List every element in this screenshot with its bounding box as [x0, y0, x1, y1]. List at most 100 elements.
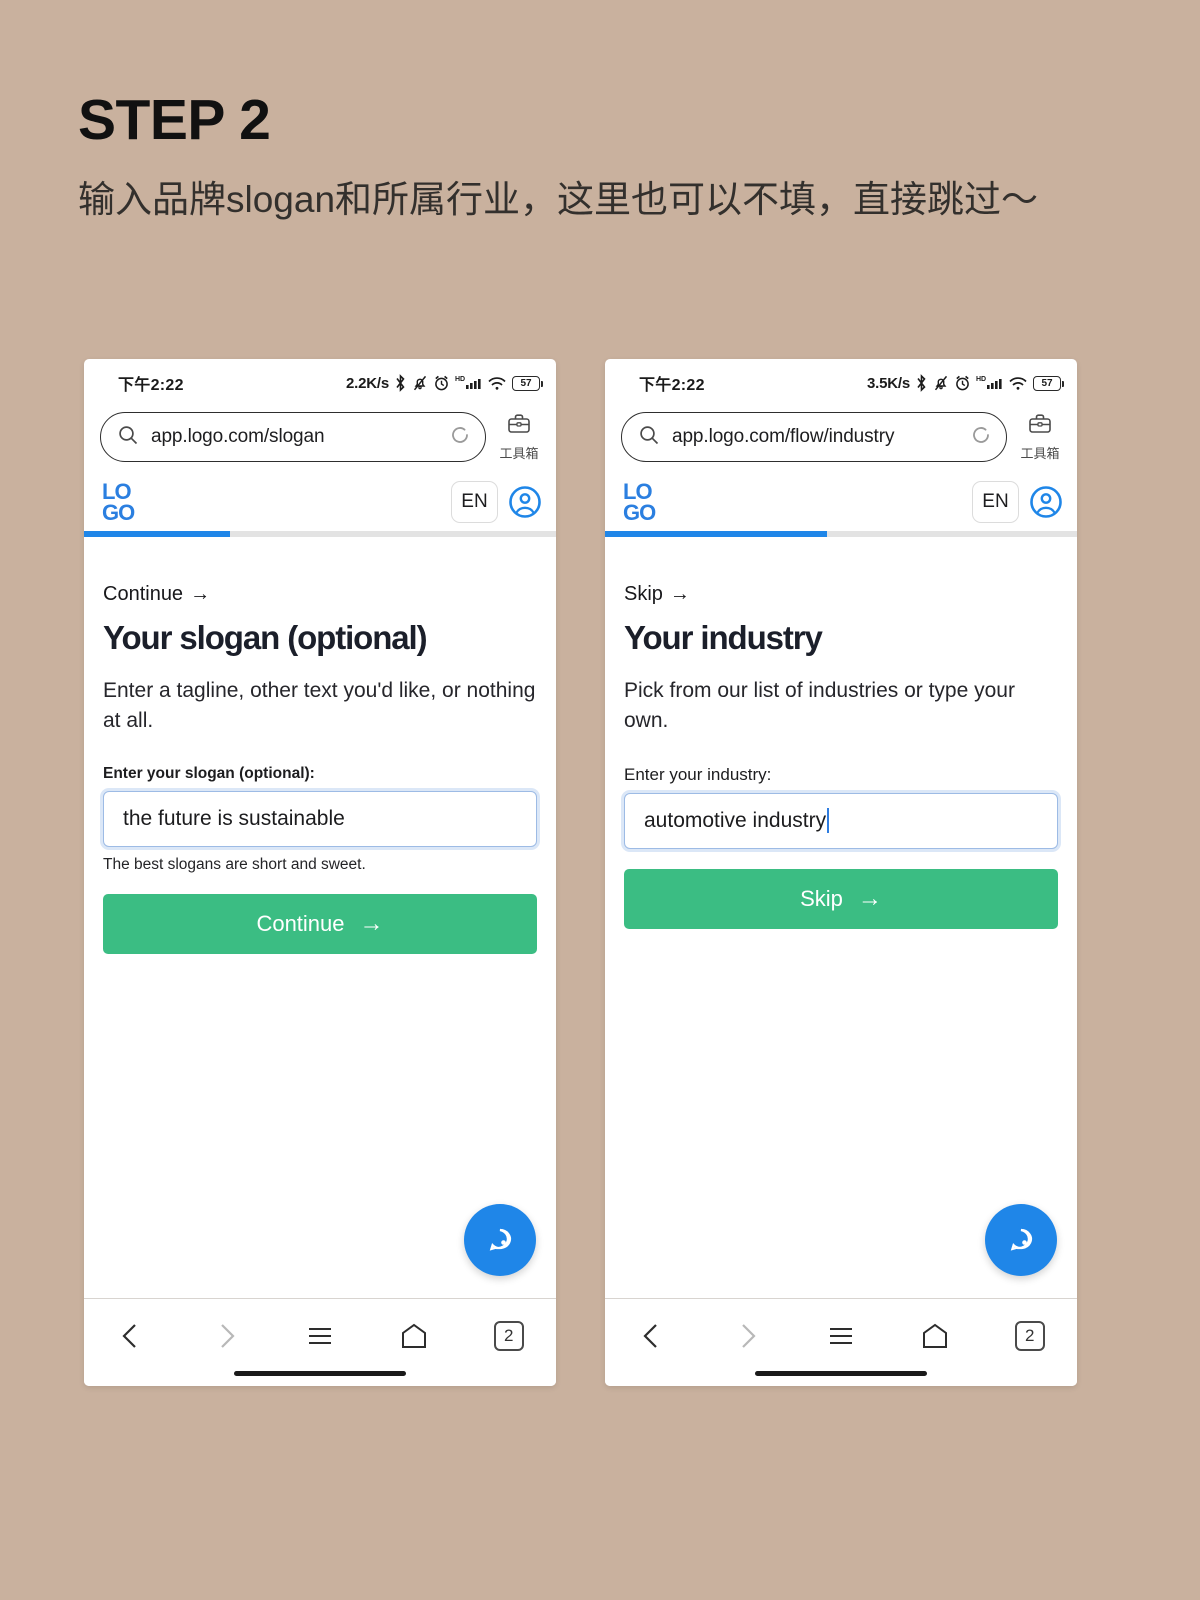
skip-continue-link[interactable]: Skip →	[624, 583, 1058, 606]
slogan-input[interactable]: the future is sustainable	[103, 790, 537, 847]
bell-muted-icon	[933, 374, 949, 392]
logo[interactable]: LO GO	[102, 478, 135, 523]
status-network-speed: 3.5K/s	[867, 374, 910, 392]
hamburger-menu-icon	[829, 1328, 852, 1344]
cellular-signal-icon: HD	[455, 374, 482, 392]
cellular-signal-icon: HD	[976, 374, 1003, 392]
status-time: 下午2:22	[118, 377, 184, 394]
page-content: Skip → Your industry Pick from our list …	[605, 537, 1077, 1298]
content-title: Your industry	[624, 619, 823, 656]
search-icon	[638, 424, 660, 451]
toolbox-button[interactable]: 工具箱	[496, 412, 542, 462]
tabs-button[interactable]: 2	[479, 1313, 539, 1359]
logo-text-top: LO	[102, 478, 132, 504]
tabs-button[interactable]: 2	[1000, 1313, 1060, 1359]
briefcase-icon	[506, 412, 532, 441]
wifi-icon	[487, 374, 507, 392]
hamburger-menu-icon	[308, 1328, 331, 1344]
chevron-right-icon	[220, 1324, 235, 1348]
content-subtitle: Enter a tagline, other text you'd like, …	[103, 679, 536, 733]
slogan-input-value: the future is sustainable	[123, 806, 345, 830]
address-bar[interactable]: app.logo.com/slogan	[100, 412, 486, 462]
wifi-icon	[1008, 374, 1028, 392]
battery-level: 57	[1041, 377, 1053, 389]
slogan-field-hint: The best slogans are short and sweet.	[103, 855, 366, 873]
svg-text:HD: HD	[455, 376, 465, 383]
text-cursor	[827, 808, 830, 834]
address-bar-url: app.logo.com/slogan	[151, 426, 325, 447]
forward-button[interactable]	[196, 1313, 256, 1359]
browser-bottom-nav: 2	[84, 1298, 556, 1386]
reload-icon[interactable]	[970, 424, 992, 451]
browser-toolbar: app.logo.com/slogan 工具箱	[84, 407, 556, 473]
briefcase-icon	[1027, 412, 1053, 441]
page-title: STEP 2	[78, 88, 271, 152]
chat-bubble-button[interactable]	[985, 1204, 1057, 1276]
bluetooth-icon	[394, 374, 407, 392]
home-indicator	[755, 1371, 927, 1376]
chat-bubble-icon	[489, 1228, 512, 1251]
arrow-right-icon: →	[857, 884, 882, 912]
continue-button[interactable]: Continue →	[103, 893, 537, 954]
status-bar: 下午2:22 3.5K/s HD 57	[605, 359, 1077, 407]
battery-indicator: 57	[1033, 375, 1064, 391]
reload-icon[interactable]	[449, 424, 471, 451]
headline-block: STEP 2 输入品牌slogan和所属行业，这里也可以不填，直接跳过～	[78, 92, 1118, 228]
toolbox-button[interactable]: 工具箱	[1017, 412, 1063, 462]
logo[interactable]: LO GO	[623, 478, 656, 525]
home-icon	[402, 1323, 427, 1348]
back-button[interactable]	[101, 1313, 161, 1359]
site-header: LO GO EN	[84, 473, 556, 531]
menu-button[interactable]	[290, 1313, 350, 1359]
forward-button[interactable]	[717, 1313, 777, 1359]
back-button[interactable]	[622, 1313, 682, 1359]
home-button[interactable]	[384, 1313, 444, 1359]
language-button[interactable]: EN	[972, 481, 1019, 523]
nav-link-label: Skip	[624, 583, 663, 605]
chat-bubble-icon	[1010, 1228, 1033, 1251]
chevron-left-icon	[122, 1324, 136, 1348]
user-avatar-icon[interactable]	[1029, 485, 1063, 519]
nav-link-label: Continue	[103, 583, 184, 605]
tabs-count: 2	[493, 1321, 524, 1351]
browser-bottom-nav: 2	[605, 1298, 1077, 1386]
status-network-speed: 2.2K/s	[346, 374, 389, 392]
continue-button-label: Continue	[256, 910, 345, 936]
chat-bubble-button[interactable]	[464, 1204, 536, 1276]
arrow-right-icon: →	[359, 909, 384, 937]
bell-muted-icon	[412, 374, 428, 392]
slogan-field-label: Enter your slogan (optional):	[103, 764, 315, 782]
page-description: 输入品牌slogan和所属行业，这里也可以不填，直接跳过～	[78, 179, 1039, 220]
home-icon	[923, 1323, 948, 1348]
chevron-left-icon	[643, 1324, 657, 1348]
content-title: Your slogan (optional)	[103, 619, 428, 656]
search-icon	[117, 424, 139, 451]
svg-text:HD: HD	[976, 376, 986, 383]
address-bar[interactable]: app.logo.com/flow/industry	[621, 412, 1007, 462]
user-avatar-icon[interactable]	[508, 485, 542, 519]
address-bar-url: app.logo.com/flow/industry	[672, 426, 895, 447]
language-button[interactable]: EN	[451, 481, 498, 523]
phone-slogan-screen: 下午2:22 2.2K/s HD 57 app.logo.com/slogan …	[84, 359, 556, 1386]
phone-industry-screen: 下午2:22 3.5K/s HD 57 app.logo.com/flow/in…	[605, 359, 1077, 1386]
tutorial-page: STEP 2 输入品牌slogan和所属行业，这里也可以不填，直接跳过～ 下午2…	[0, 0, 1200, 1600]
logo-text-bottom: GO	[623, 499, 656, 525]
skip-button[interactable]: Skip →	[624, 868, 1058, 929]
industry-field-label: Enter your industry:	[624, 764, 772, 784]
battery-level: 57	[520, 377, 532, 389]
home-indicator	[234, 1371, 406, 1376]
alarm-clock-icon	[433, 374, 450, 392]
arrow-right-icon: →	[190, 583, 211, 605]
menu-button[interactable]	[811, 1313, 871, 1359]
status-time: 下午2:22	[639, 377, 705, 394]
home-button[interactable]	[905, 1313, 965, 1359]
arrow-right-icon: →	[669, 583, 690, 605]
toolbox-label: 工具箱	[499, 446, 539, 461]
content-subtitle: Pick from our list of industries or type…	[624, 679, 1015, 733]
industry-input[interactable]: automotive industry	[624, 792, 1058, 849]
alarm-clock-icon	[954, 374, 971, 392]
logo-text-top: LO	[623, 478, 653, 504]
toolbox-label: 工具箱	[1020, 446, 1060, 461]
battery-indicator: 57	[512, 375, 543, 391]
skip-continue-link[interactable]: Continue →	[103, 583, 537, 606]
